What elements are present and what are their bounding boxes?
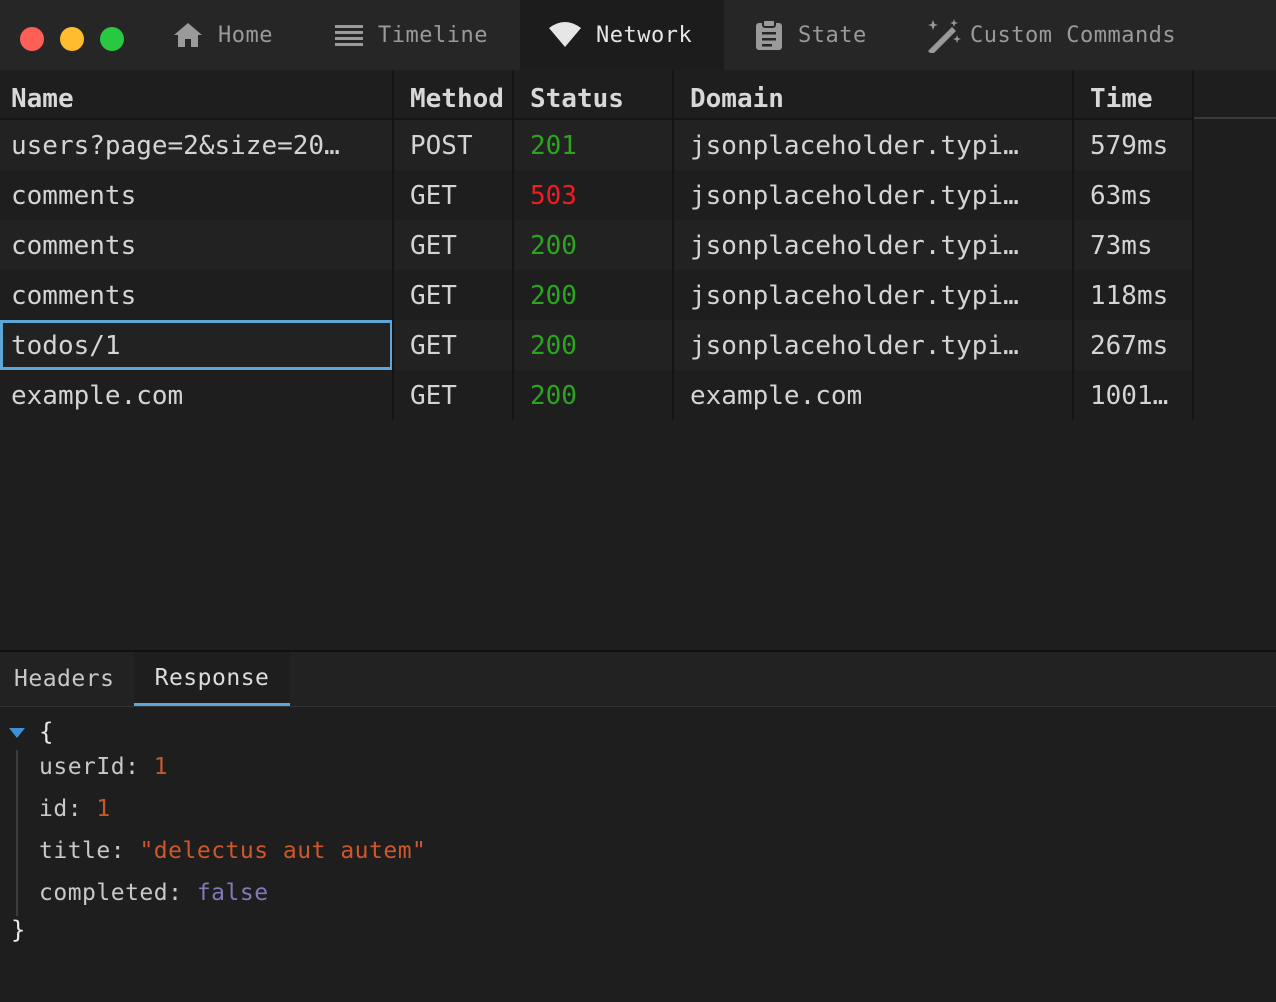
cell-time: 267ms <box>1090 331 1169 361</box>
tab-home[interactable]: Home <box>172 0 273 70</box>
cell-time: 1001… <box>1090 381 1169 411</box>
column-header-status[interactable]: Status <box>530 84 624 114</box>
tab-timeline[interactable]: Timeline <box>334 0 488 70</box>
detail-tab-bar: Headers Response <box>0 652 1276 707</box>
cell-status: 503 <box>530 181 577 211</box>
tab-label: Custom Commands <box>970 22 1177 48</box>
json-key: completed <box>39 880 169 906</box>
cell-domain: example.com <box>690 381 863 411</box>
clipboard-icon <box>754 19 784 51</box>
table-row[interactable]: comments GET 200 jsonplaceholder.typi… 7… <box>0 220 1194 270</box>
minimize-window-button[interactable] <box>60 27 84 51</box>
close-window-button[interactable] <box>20 27 44 51</box>
json-close-brace: } <box>11 916 26 944</box>
cell-domain: jsonplaceholder.typi… <box>690 231 1019 261</box>
cell-method: GET <box>410 331 457 361</box>
cell-status: 200 <box>530 231 577 261</box>
cell-name: comments <box>11 231 137 261</box>
cell-status: 200 <box>530 381 577 411</box>
column-divider[interactable] <box>392 70 394 420</box>
table-header: Name Method Status Domain Time <box>0 70 1194 120</box>
magic-wand-icon <box>924 17 962 53</box>
home-icon <box>172 21 204 49</box>
tab-state[interactable]: State <box>754 0 867 70</box>
cell-domain: jsonplaceholder.typi… <box>690 131 1019 161</box>
tab-label: Home <box>218 22 273 48</box>
json-value: 1 <box>153 754 169 780</box>
json-open-brace: { <box>39 718 54 746</box>
tab-custom-commands[interactable]: Custom Commands <box>924 0 1176 70</box>
json-field-id: id: 1 <box>39 796 111 822</box>
table-row[interactable]: example.com GET 200 example.com 1001… <box>0 370 1194 420</box>
cell-name: comments <box>11 181 137 211</box>
cell-status: 200 <box>530 331 577 361</box>
column-header-method[interactable]: Method <box>410 84 504 114</box>
cell-time: 579ms <box>1090 131 1169 161</box>
table-row[interactable]: users?page=2&size=20… POST 201 jsonplace… <box>0 120 1194 170</box>
cell-time: 118ms <box>1090 281 1169 311</box>
collapse-triangle-icon[interactable] <box>9 728 25 738</box>
header-divider <box>1194 117 1276 119</box>
json-field-userid: userId: 1 <box>39 754 169 780</box>
table-row[interactable]: comments GET 200 jsonplaceholder.typi… 1… <box>0 270 1194 320</box>
cell-domain: jsonplaceholder.typi… <box>690 281 1019 311</box>
tab-label: State <box>798 22 867 48</box>
tab-network[interactable]: Network <box>520 0 724 70</box>
cell-name: comments <box>11 281 137 311</box>
json-key: userId <box>39 754 126 780</box>
cell-status: 201 <box>530 131 577 161</box>
cell-name: users?page=2&size=20… <box>11 131 340 161</box>
column-divider[interactable] <box>1072 70 1074 420</box>
cell-domain: jsonplaceholder.typi… <box>690 181 1019 211</box>
cell-name: example.com <box>11 381 184 411</box>
table-row-selected[interactable]: todos/1 GET 200 jsonplaceholder.typi… 26… <box>0 320 1194 370</box>
json-value: "delectus aut autem" <box>139 838 427 864</box>
column-divider[interactable] <box>1192 70 1194 420</box>
json-field-completed: completed: false <box>39 880 269 906</box>
json-value: 1 <box>96 796 111 822</box>
wifi-icon <box>548 22 582 48</box>
cell-method: GET <box>410 381 457 411</box>
column-header-name[interactable]: Name <box>11 84 74 114</box>
request-detail-pane: Headers Response { userId: 1 id: 1 title… <box>0 650 1276 1002</box>
cell-time: 63ms <box>1090 181 1153 211</box>
cell-method: GET <box>410 281 457 311</box>
tab-label: Timeline <box>378 22 488 48</box>
column-divider[interactable] <box>672 70 674 420</box>
json-field-title: title: "delectus aut autem" <box>39 838 427 864</box>
column-header-time[interactable]: Time <box>1090 84 1153 114</box>
title-bar: Home Timeline Network State Custom Comma… <box>0 0 1276 71</box>
json-value: false <box>196 880 269 906</box>
json-key: id <box>39 796 68 822</box>
cell-method: POST <box>410 131 473 161</box>
json-key: title <box>39 838 111 864</box>
column-divider[interactable] <box>512 70 514 420</box>
tab-headers[interactable]: Headers <box>14 652 114 706</box>
column-header-domain[interactable]: Domain <box>690 84 784 114</box>
network-table: Name Method Status Domain Time users?pag… <box>0 70 1276 650</box>
table-row[interactable]: comments GET 503 jsonplaceholder.typi… 6… <box>0 170 1194 220</box>
cell-method: GET <box>410 181 457 211</box>
maximize-window-button[interactable] <box>100 27 124 51</box>
cell-method: GET <box>410 231 457 261</box>
cell-domain: jsonplaceholder.typi… <box>690 331 1019 361</box>
json-indent-guide <box>16 750 18 916</box>
cell-time: 73ms <box>1090 231 1153 261</box>
tab-label: Network <box>596 22 693 48</box>
cell-name: todos/1 <box>11 331 121 361</box>
cell-status: 200 <box>530 281 577 311</box>
tab-response[interactable]: Response <box>134 652 290 706</box>
list-icon <box>334 23 364 47</box>
